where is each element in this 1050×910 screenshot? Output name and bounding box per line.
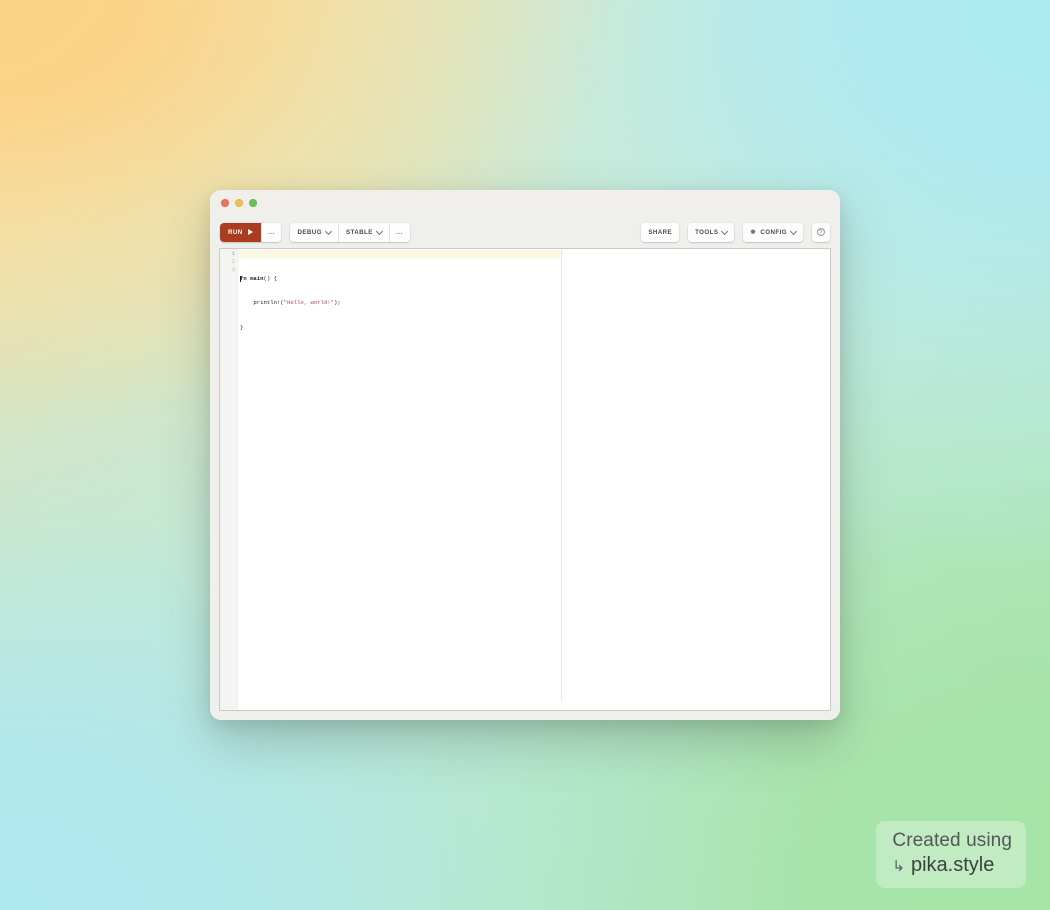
- toolbar-right-group: SHARE TOOLS CONFIG ?: [641, 222, 830, 242]
- watermark-line-2: ↳ pika.style: [892, 854, 1012, 877]
- zoom-window-button[interactable]: [249, 199, 257, 207]
- code-editor-pane[interactable]: 1 2 3 fn main() { println!("Hello, world…: [220, 249, 561, 710]
- code-token-fnname: main: [250, 274, 264, 282]
- build-mode-dropdown[interactable]: DEBUG: [290, 222, 339, 242]
- toolbar-left-group: RUN … DEBUG STABLE …: [220, 222, 410, 242]
- chevron-down-icon: [377, 229, 382, 234]
- run-button-label: RUN: [228, 228, 243, 236]
- gutter-line-number: 1: [231, 251, 235, 257]
- build-mode-label: DEBUG: [297, 228, 322, 236]
- build-options-button[interactable]: …: [389, 222, 410, 242]
- play-icon: [247, 229, 253, 235]
- config-button-group: CONFIG: [743, 222, 803, 242]
- chevron-down-icon: [791, 229, 796, 234]
- watermark-line-1: Created using: [892, 830, 1012, 852]
- close-window-button[interactable]: [221, 199, 229, 207]
- tools-dropdown[interactable]: TOOLS: [688, 222, 735, 242]
- editor-output-split: 1 2 3 fn main() { println!("Hello, world…: [219, 248, 831, 711]
- watermark-brand: pika.style: [910, 853, 995, 876]
- code-text[interactable]: fn main() { println!("Hello, world!"); }: [238, 249, 561, 710]
- run-options-button[interactable]: …: [261, 222, 282, 242]
- playground-app: RUN … DEBUG STABLE … SHARE TOOLS CONFIG …: [210, 216, 840, 720]
- help-button[interactable]: ?: [812, 222, 830, 242]
- run-button[interactable]: RUN: [220, 222, 262, 242]
- gutter-line-number: 3: [231, 267, 235, 274]
- channel-dropdown[interactable]: STABLE: [338, 222, 390, 242]
- tools-label: TOOLS: [695, 228, 719, 236]
- code-token-punct: () {: [263, 274, 277, 282]
- code-line-1: fn main() {: [238, 275, 561, 283]
- output-pane: [562, 249, 830, 710]
- arrow-turn-icon: ↳: [892, 857, 905, 875]
- config-dropdown[interactable]: CONFIG: [743, 222, 803, 242]
- app-window: RUN … DEBUG STABLE … SHARE TOOLS CONFIG …: [210, 190, 840, 720]
- code-line-2: println!("Hello, world!");: [238, 299, 561, 307]
- code-token-punct: }: [240, 323, 244, 331]
- editor-gutter: 1 2 3: [220, 249, 238, 710]
- active-line-highlight: [238, 250, 561, 259]
- code-token-string: "Hello, world!": [283, 299, 334, 307]
- help-button-group: ?: [812, 222, 830, 242]
- gear-icon: [750, 229, 756, 235]
- code-token-punct: );: [334, 299, 341, 307]
- share-button[interactable]: SHARE: [641, 222, 680, 242]
- code-line-3: }: [238, 324, 561, 332]
- chevron-down-icon: [326, 229, 331, 234]
- channel-label: STABLE: [345, 228, 373, 236]
- build-settings-group: DEBUG STABLE …: [290, 222, 410, 242]
- watermark: Created using ↳ pika.style: [876, 821, 1026, 888]
- config-label: CONFIG: [760, 228, 787, 236]
- minimize-window-button[interactable]: [235, 199, 243, 207]
- code-token-macro: println!(: [240, 299, 284, 307]
- chevron-down-icon: [722, 229, 727, 234]
- window-titlebar: [210, 190, 840, 216]
- text-cursor: [240, 275, 241, 282]
- tools-button-group: TOOLS: [688, 222, 735, 242]
- help-icon: ?: [817, 228, 825, 236]
- code-token-kw: fn: [240, 274, 247, 282]
- share-button-group: SHARE: [641, 222, 680, 242]
- gutter-line-number: 2: [231, 259, 235, 266]
- toolbar: RUN … DEBUG STABLE … SHARE TOOLS CONFIG …: [219, 216, 831, 248]
- run-button-group: RUN …: [220, 222, 282, 242]
